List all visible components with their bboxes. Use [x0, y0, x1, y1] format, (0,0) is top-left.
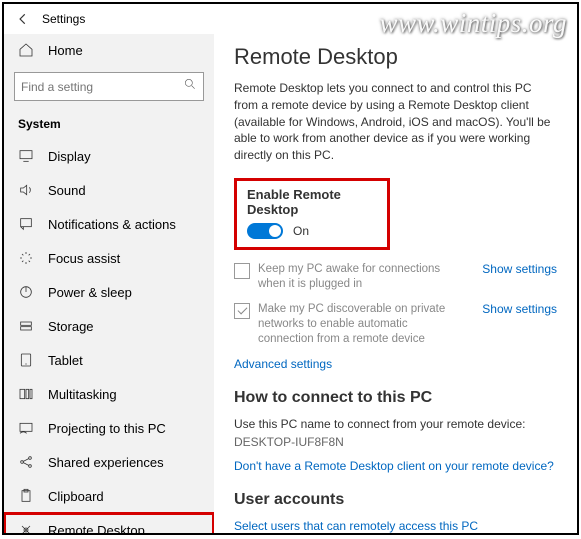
sidebar-item-label: Notifications & actions	[48, 217, 176, 232]
home-button[interactable]: Home	[4, 34, 214, 66]
section-system: System	[4, 111, 214, 139]
discoverable-label: Make my PC discoverable on private netwo…	[258, 302, 466, 347]
search-input[interactable]	[21, 80, 183, 94]
back-icon[interactable]	[16, 12, 30, 26]
settings-title: Settings	[42, 12, 85, 26]
shared-icon	[18, 454, 34, 470]
keep-awake-checkbox[interactable]	[234, 263, 250, 279]
sidebar-item-label: Remote Desktop	[48, 523, 145, 534]
sidebar-item-label: Shared experiences	[48, 455, 164, 470]
page-title: Remote Desktop	[234, 44, 557, 70]
sidebar-item-label: Multitasking	[48, 387, 117, 402]
sidebar-item-label: Storage	[48, 319, 94, 334]
enable-heading: Enable Remote Desktop	[247, 187, 377, 217]
keep-awake-label: Keep my PC awake for connections when it…	[258, 262, 466, 292]
connect-desc: Use this PC name to connect from your re…	[234, 417, 557, 431]
discoverable-checkbox[interactable]	[234, 303, 250, 319]
sidebar-item-label: Focus assist	[48, 251, 120, 266]
show-settings-link-1[interactable]: Show settings	[482, 262, 557, 276]
sidebar-item-multitasking[interactable]: Multitasking	[4, 377, 214, 411]
multitasking-icon	[18, 386, 34, 402]
remote-desktop-icon	[18, 522, 34, 533]
sidebar-item-label: Tablet	[48, 353, 83, 368]
search-icon	[183, 77, 197, 96]
sidebar-item-projecting[interactable]: Projecting to this PC	[4, 411, 214, 445]
sidebar-item-clipboard[interactable]: Clipboard	[4, 479, 214, 513]
sidebar-item-storage[interactable]: Storage	[4, 309, 214, 343]
display-icon	[18, 148, 34, 164]
notifications-icon	[18, 216, 34, 232]
tablet-icon	[18, 352, 34, 368]
enable-toggle[interactable]	[247, 223, 283, 239]
window-header: Settings	[4, 4, 577, 34]
sidebar-item-label: Clipboard	[48, 489, 104, 504]
sidebar-item-label: Projecting to this PC	[48, 421, 166, 436]
power-icon	[18, 284, 34, 300]
sidebar-item-sound[interactable]: Sound	[4, 173, 214, 207]
sidebar-item-power[interactable]: Power & sleep	[4, 275, 214, 309]
sidebar-item-label: Power & sleep	[48, 285, 132, 300]
home-icon	[18, 42, 34, 58]
connect-heading: How to connect to this PC	[234, 389, 557, 407]
sound-icon	[18, 182, 34, 198]
select-users-link[interactable]: Select users that can remotely access th…	[234, 519, 557, 533]
sidebar-item-notifications[interactable]: Notifications & actions	[4, 207, 214, 241]
advanced-settings-link[interactable]: Advanced settings	[234, 357, 557, 371]
no-client-link[interactable]: Don't have a Remote Desktop client on yo…	[234, 459, 557, 473]
toggle-state: On	[293, 224, 309, 238]
search-input-wrap[interactable]	[14, 72, 204, 101]
sidebar-item-shared[interactable]: Shared experiences	[4, 445, 214, 479]
page-description: Remote Desktop lets you connect to and c…	[234, 80, 557, 164]
sidebar-item-tablet[interactable]: Tablet	[4, 343, 214, 377]
sidebar-item-label: Display	[48, 149, 91, 164]
storage-icon	[18, 318, 34, 334]
enable-remote-box: Enable Remote Desktop On	[234, 178, 390, 250]
main-content: Remote Desktop Remote Desktop lets you c…	[214, 34, 577, 533]
sidebar-item-label: Sound	[48, 183, 86, 198]
clipboard-icon	[18, 488, 34, 504]
show-settings-link-2[interactable]: Show settings	[482, 302, 557, 316]
sidebar: Home System Display Sound Notifications …	[4, 34, 214, 533]
users-heading: User accounts	[234, 491, 557, 509]
sidebar-item-display[interactable]: Display	[4, 139, 214, 173]
projecting-icon	[18, 420, 34, 436]
home-label: Home	[48, 43, 83, 58]
sidebar-item-remote-desktop[interactable]: Remote Desktop	[4, 513, 214, 533]
pc-name: DESKTOP-IUF8F8N	[234, 435, 557, 449]
focus-icon	[18, 250, 34, 266]
sidebar-item-focus[interactable]: Focus assist	[4, 241, 214, 275]
